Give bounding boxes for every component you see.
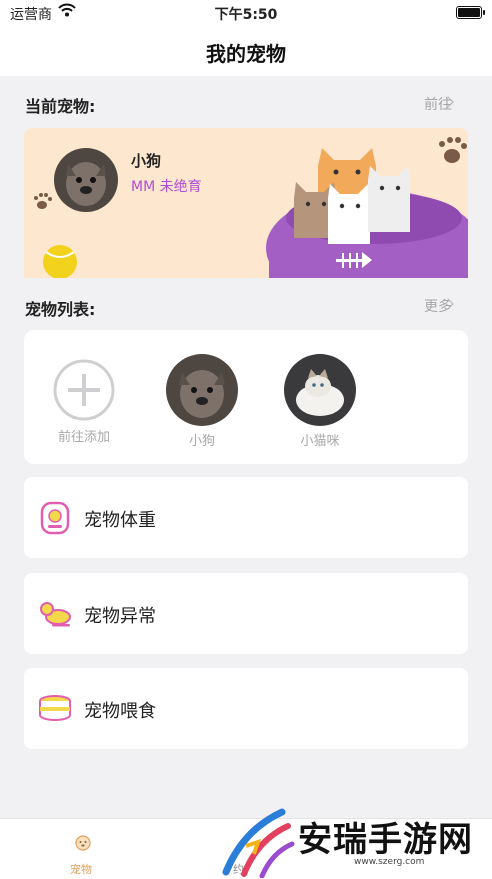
battery-icon — [456, 6, 485, 19]
current-pet-card[interactable]: 小狗 MM 未绝育 — [24, 128, 468, 278]
scale-icon — [40, 501, 70, 535]
menu-pet-abnormal-label: 宠物异常 — [84, 606, 156, 627]
status-bar: 运营商 下午5:50 — [0, 0, 492, 26]
menu-pet-abnormal[interactable]: 宠物异常 — [24, 573, 468, 654]
current-pet-name: 小狗 — [131, 152, 162, 170]
menu-pet-weight-label: 宠物体重 — [84, 510, 156, 531]
nav-bar: 我的宠物 — [0, 26, 492, 76]
current-pet-heading: 当前宠物: — [25, 97, 96, 116]
current-pet-info: MM 未绝育 — [131, 179, 202, 195]
status-time: 下午5:50 — [214, 7, 278, 23]
cat-name-label: 小猫咪 — [300, 434, 340, 449]
pet-list-heading: 宠物列表: — [25, 300, 96, 319]
dog-name-label: 小狗 — [188, 434, 215, 449]
plus-circle-icon[interactable] — [52, 358, 116, 422]
warning-pet-icon — [40, 602, 71, 627]
watermark-logo — [222, 808, 295, 878]
watermark-url: www.szerg.com — [354, 857, 425, 867]
pet-item-cat[interactable]: 小猫咪 — [280, 354, 360, 449]
pet-tab-icon[interactable] — [74, 833, 92, 851]
pet-item-dog[interactable]: 小狗 — [162, 354, 242, 449]
menu-pet-feeding-label: 宠物喂食 — [84, 701, 156, 722]
add-pet-label: 前往添加 — [57, 430, 110, 445]
pet-list-card: 前往添加 小狗 小猫咪 — [24, 330, 468, 464]
food-bowl-icon — [39, 695, 71, 721]
menu-pet-feeding[interactable]: 宠物喂食 — [24, 668, 468, 749]
dog-avatar[interactable] — [166, 354, 238, 426]
cat-avatar[interactable] — [284, 354, 356, 426]
page-title: 我的宠物 — [206, 42, 286, 66]
tab-pet[interactable]: 宠物 — [70, 861, 92, 877]
menu-pet-weight[interactable]: 宠物体重 — [24, 477, 468, 558]
current-pet-avatar — [54, 148, 118, 212]
add-pet-button[interactable]: 前往添加 — [44, 354, 124, 445]
watermark-text: 安瑞手游网 — [298, 820, 473, 860]
